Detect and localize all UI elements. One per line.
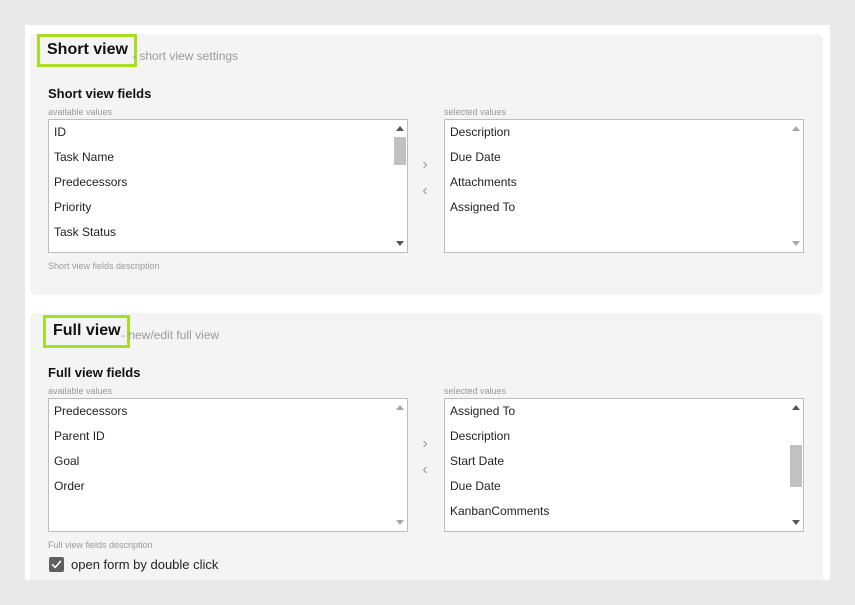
list-item[interactable]: Due Date — [445, 474, 787, 499]
list-item[interactable]: Parent ID — [49, 424, 391, 449]
list-item[interactable]: Description — [445, 424, 787, 449]
list-item[interactable]: Due Date — [445, 145, 787, 170]
list-item[interactable]: Predecessors — [49, 170, 391, 195]
move-left-button[interactable]: ‹ — [415, 181, 435, 201]
scrollbar[interactable] — [392, 120, 407, 252]
full-view-title: Full view — [43, 315, 130, 348]
full-available-label: available values — [48, 386, 113, 396]
scroll-up-icon[interactable] — [792, 405, 800, 410]
scroll-thumb[interactable] — [790, 445, 802, 487]
list-item[interactable]: Order — [49, 474, 391, 499]
full-view-fields-label: Full view fields — [48, 365, 141, 380]
move-right-button[interactable]: › — [415, 155, 435, 175]
scroll-down-icon[interactable] — [792, 520, 800, 525]
list-item[interactable]: Description — [445, 120, 787, 145]
list-item[interactable]: Priority — [49, 195, 391, 220]
list-item[interactable]: KanbanComments — [445, 499, 787, 524]
short-view-subtitle: - short view settings — [132, 49, 239, 63]
short-selected-label: selected values — [444, 107, 507, 117]
move-left-button[interactable]: ‹ — [415, 460, 435, 480]
full-available-items: Predecessors Parent ID Goal Order — [49, 399, 391, 499]
short-view-fields-label: Short view fields — [48, 86, 152, 101]
scroll-up-icon[interactable] — [396, 126, 404, 131]
short-available-items: ID Task Name Predecessors Priority Task … — [49, 120, 391, 245]
open-form-double-click-checkbox[interactable] — [49, 557, 64, 572]
scroll-down-icon[interactable] — [396, 241, 404, 246]
full-selected-list[interactable]: Assigned To Description Start Date Due D… — [444, 398, 804, 532]
short-selected-list[interactable]: Description Due Date Attachments Assigne… — [444, 119, 804, 253]
list-item[interactable]: Assigned To — [445, 399, 787, 424]
list-item[interactable]: Task Name — [49, 145, 391, 170]
short-view-description: Short view fields description — [48, 261, 160, 271]
checkmark-icon — [51, 560, 62, 569]
scroll-up-icon[interactable] — [792, 126, 800, 131]
list-item[interactable]: Assigned To — [445, 195, 787, 220]
scrollbar[interactable] — [788, 120, 803, 252]
short-view-title: Short view — [37, 34, 137, 67]
scrollbar[interactable] — [392, 399, 407, 531]
settings-panel: Short view - short view settings Short v… — [25, 25, 830, 580]
full-available-list[interactable]: Predecessors Parent ID Goal Order — [48, 398, 408, 532]
list-item[interactable]: Start Date — [445, 449, 787, 474]
short-selected-items: Description Due Date Attachments Assigne… — [445, 120, 787, 220]
short-view-section: Short view - short view settings Short v… — [30, 34, 823, 295]
list-item[interactable]: ID — [49, 120, 391, 145]
short-available-label: available values — [48, 107, 113, 117]
scroll-thumb[interactable] — [394, 137, 406, 165]
scrollbar[interactable] — [788, 399, 803, 531]
scroll-down-icon[interactable] — [792, 241, 800, 246]
list-item[interactable]: Predecessors — [49, 399, 391, 424]
full-view-subtitle: - new/edit full view — [121, 328, 220, 342]
list-item[interactable]: Attachments — [445, 170, 787, 195]
list-item[interactable]: Task Status — [49, 220, 391, 245]
scroll-up-icon[interactable] — [396, 405, 404, 410]
full-view-section: Full view - new/edit full view Full view… — [30, 313, 823, 580]
open-form-double-click-label: open form by double click — [71, 557, 219, 572]
full-selected-label: selected values — [444, 386, 507, 396]
short-available-list[interactable]: ID Task Name Predecessors Priority Task … — [48, 119, 408, 253]
move-right-button[interactable]: › — [415, 434, 435, 454]
full-view-description: Full view fields description — [48, 540, 153, 550]
list-item[interactable]: Goal — [49, 449, 391, 474]
scroll-down-icon[interactable] — [396, 520, 404, 525]
full-selected-items: Assigned To Description Start Date Due D… — [445, 399, 787, 524]
